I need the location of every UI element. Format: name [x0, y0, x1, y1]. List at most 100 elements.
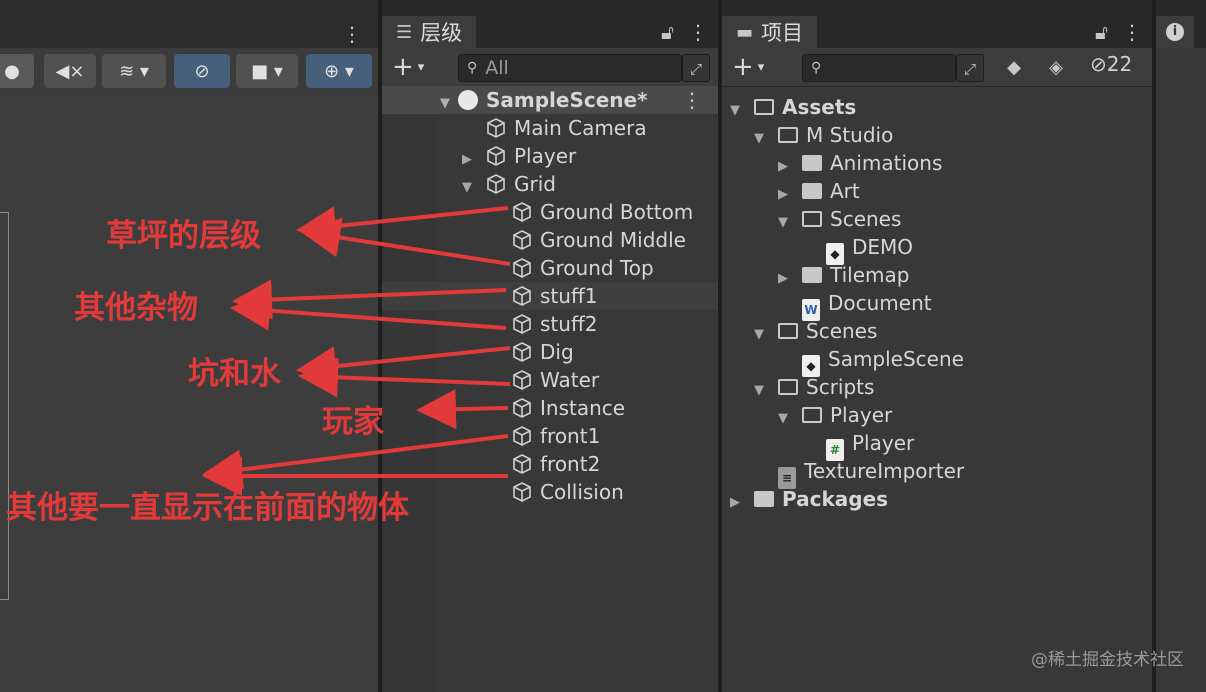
project-item[interactable]: ▼ Scenes — [754, 317, 877, 345]
audio-mute-icon[interactable]: ◀× — [44, 54, 96, 88]
hierarchy-item[interactable]: Ground Middle — [488, 226, 686, 254]
project-item[interactable]: W Document — [778, 289, 932, 321]
tab-hierarchy[interactable]: ☰ 层级 — [382, 16, 477, 48]
folder-icon — [802, 183, 822, 199]
hierarchy-item-label: Main Camera — [514, 116, 647, 140]
gameobject-cube-icon — [512, 256, 540, 280]
expand-arrow-icon[interactable]: ▶ — [730, 489, 754, 517]
project-item[interactable]: ▶ Animations — [778, 149, 942, 177]
hierarchy-item-label: stuff2 — [540, 312, 598, 336]
scene-name: SampleScene* — [486, 88, 648, 112]
kebab-menu-icon[interactable]: ⋮ — [1122, 20, 1142, 44]
kebab-menu-icon[interactable]: ⋮ — [688, 20, 708, 44]
hierarchy-panel: ☰ 层级 🔓︎ ⋮ + ▾ ⚲ All ⤢ ▼ SampleScene* ⋮ Mai… — [382, 0, 718, 692]
gameobject-cube-icon — [512, 424, 540, 448]
hierarchy-item[interactable]: front1 — [488, 422, 600, 450]
hidden-packages-toggle[interactable]: ⊘22 — [1090, 52, 1132, 76]
project-item-label: Document — [828, 291, 932, 315]
light-bulb-icon[interactable]: ● — [0, 54, 34, 88]
effects-icon[interactable]: ≋ ▾ — [102, 54, 166, 88]
scene-menu-icon[interactable]: ⋮ — [342, 22, 362, 46]
lock-icon[interactable]: 🔓︎ — [1095, 20, 1108, 44]
annotation-label: 玩家 — [322, 404, 384, 440]
lock-icon[interactable]: 🔓︎ — [661, 20, 674, 44]
project-item[interactable]: ▼ Scripts — [754, 373, 874, 401]
folder-open-icon — [778, 323, 798, 339]
hierarchy-item-label: Dig — [540, 340, 574, 364]
visibility-gutter[interactable] — [382, 114, 438, 692]
hierarchy-item[interactable]: Ground Top — [488, 254, 654, 282]
scene-root-row[interactable]: ▼ SampleScene* — [440, 86, 648, 114]
project-item[interactable]: ▶ Art — [778, 177, 860, 205]
search-icon: ⚲ — [811, 60, 822, 76]
tab-inspector[interactable]: i — [1156, 16, 1194, 48]
folder-open-icon — [754, 99, 774, 115]
gameobject-cube-icon — [512, 340, 540, 364]
search-mode-icon[interactable]: ⤢ — [956, 54, 984, 82]
filter-by-type-icon[interactable]: ◆ — [1000, 54, 1028, 82]
project-item-label: Player — [830, 403, 893, 427]
annotation-label: 其他杂物 — [74, 290, 198, 326]
project-item-label: Scenes — [806, 319, 878, 343]
hierarchy-item-label: Instance — [540, 396, 626, 420]
create-button[interactable]: + ▾ — [392, 52, 424, 82]
project-item[interactable]: ▶ Tilemap — [778, 261, 909, 289]
collapse-arrow-icon[interactable]: ▼ — [754, 321, 778, 349]
project-search-input[interactable]: ⚲ — [802, 54, 956, 82]
camera-icon[interactable]: ■ ▾ — [236, 54, 298, 88]
project-item-label: Scenes — [830, 207, 902, 231]
scene-view[interactable] — [0, 96, 378, 692]
scene-frame-line — [0, 212, 9, 600]
tab-project[interactable]: ▬ 项目 — [722, 16, 818, 48]
hierarchy-item[interactable]: Ground Bottom — [488, 198, 693, 226]
hierarchy-item[interactable]: stuff2 — [488, 310, 597, 338]
gameobject-cube-icon — [512, 396, 540, 420]
scene-menu-icon[interactable]: ⋮ — [682, 88, 702, 112]
project-tab-tools: 🔓︎ ⋮ — [1095, 20, 1142, 44]
inspector-panel: i — [1156, 0, 1206, 692]
project-item-label: Scripts — [806, 375, 875, 399]
folder-icon: ▬ — [736, 21, 754, 43]
collapse-arrow-icon[interactable]: ▼ — [778, 209, 802, 237]
project-item[interactable]: ▶ Packages — [730, 485, 888, 513]
hierarchy-item[interactable]: Water — [488, 366, 599, 394]
project-item[interactable]: # Player — [802, 429, 915, 461]
hierarchy-item[interactable]: Instance — [488, 394, 625, 422]
hierarchy-item[interactable]: ▶ Player — [462, 142, 576, 170]
collapse-arrow-icon[interactable]: ▼ — [778, 405, 802, 433]
collapse-arrow-icon[interactable]: ▼ — [754, 377, 778, 405]
project-item[interactable]: ▼ M Studio — [754, 121, 893, 149]
project-item-label: Assets — [782, 95, 857, 119]
project-item[interactable]: ▼ Assets — [730, 93, 856, 121]
hierarchy-item[interactable]: front2 — [488, 450, 600, 478]
gizmo-globe-icon[interactable]: ⊕ ▾ — [306, 54, 372, 88]
project-item[interactable]: ◆ SampleScene — [778, 345, 964, 377]
filter-by-label-icon[interactable]: ◈ — [1042, 54, 1070, 82]
project-item[interactable]: ▼ Scenes — [778, 205, 901, 233]
gameobject-cube-icon — [486, 172, 514, 196]
folder-open-icon — [778, 379, 798, 395]
project-item[interactable]: ▼ Player — [778, 401, 892, 429]
folder-open-icon — [802, 407, 822, 423]
visibility-hidden-icon[interactable]: ⊘ — [174, 54, 230, 88]
hierarchy-item[interactable]: Main Camera — [462, 114, 647, 142]
project-item-label: SampleScene — [828, 347, 964, 371]
create-button[interactable]: + ▾ — [732, 52, 764, 82]
collapse-arrow-icon[interactable]: ▼ — [730, 97, 754, 125]
hierarchy-item[interactable]: Collision — [488, 478, 624, 506]
collapse-arrow-icon[interactable]: ▼ — [462, 174, 486, 202]
project-item-label: Player — [852, 431, 915, 455]
hierarchy-item[interactable]: ▼ Grid — [462, 170, 556, 198]
search-mode-icon[interactable]: ⤢ — [682, 54, 710, 82]
gameobject-cube-icon — [512, 480, 540, 504]
project-item[interactable]: ≡ TextureImporter — [754, 457, 964, 489]
project-item-label: M Studio — [806, 123, 894, 147]
hierarchy-search-input[interactable]: ⚲ All — [458, 54, 682, 82]
hierarchy-item[interactable]: stuff1 — [488, 282, 597, 310]
collapse-arrow-icon[interactable]: ▼ — [440, 96, 450, 111]
hierarchy-item[interactable]: Dig — [488, 338, 574, 366]
project-tabbar: ▬ 项目 🔓︎ ⋮ — [722, 0, 1152, 48]
project-item[interactable]: ◆ DEMO — [802, 233, 913, 265]
collapse-arrow-icon[interactable]: ▼ — [754, 125, 778, 153]
tab-hierarchy-label: 层级 — [420, 21, 463, 45]
